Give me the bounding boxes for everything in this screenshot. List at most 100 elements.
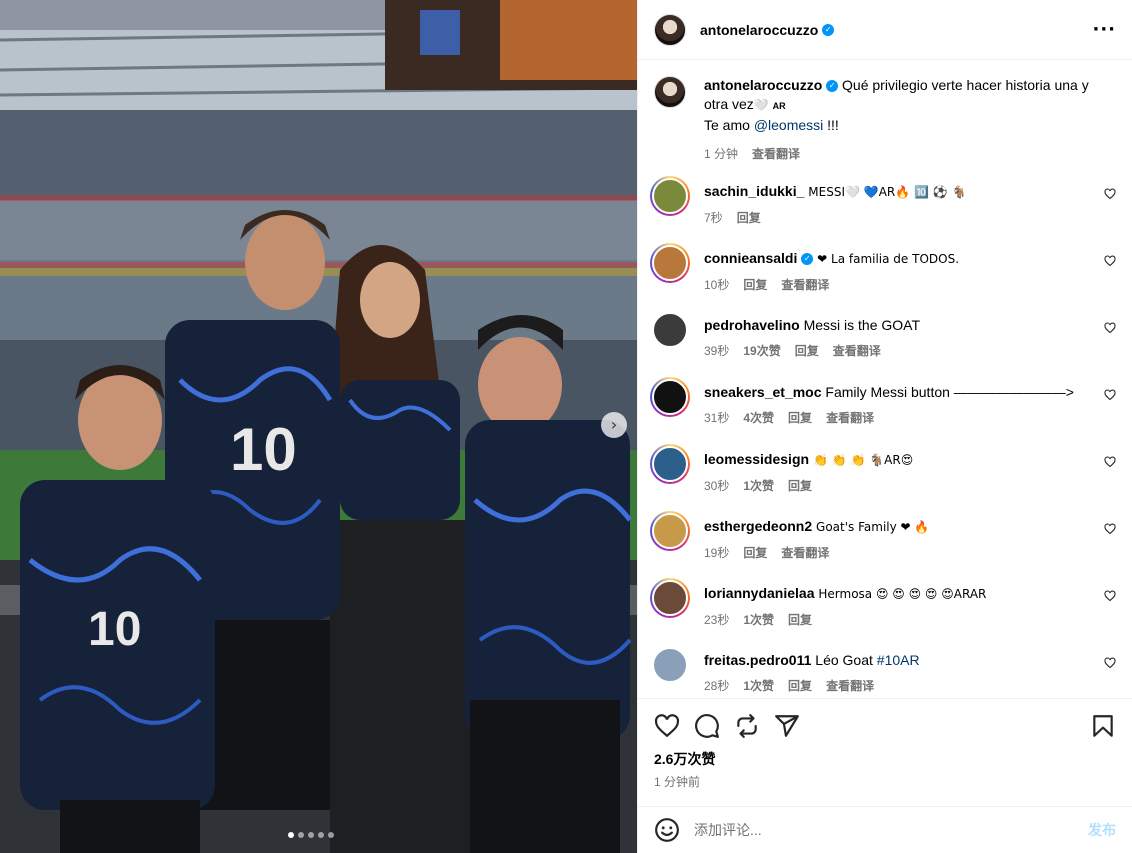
comment-item: sneakers_et_moc Family Messi button ————… (638, 377, 1132, 448)
send-icon[interactable] (774, 713, 800, 739)
white-heart-emoji: 🤍 (753, 98, 769, 112)
commenter-avatar[interactable] (652, 379, 688, 415)
comment-like-count[interactable]: 19次赞 (743, 342, 780, 360)
carousel-dot[interactable] (308, 832, 314, 838)
commenter-avatar[interactable] (652, 513, 688, 549)
comment-item: sachin_idukki_ MESSI🤍 💙AR🔥 🔟 ⚽ 🐐 7秒 回复 (638, 176, 1132, 247)
comment-username[interactable]: freitas.pedro011 (704, 652, 811, 668)
photo-scene: 10 10 (0, 0, 637, 853)
caption-line2-prefix: Te amo (704, 117, 750, 133)
mention-link[interactable]: @leomessi (754, 117, 823, 133)
comment-item: leomessidesign 👏 👏 👏 🐐AR😍 30秒 1次赞 回复 (638, 444, 1132, 515)
caption-username[interactable]: antonelaroccuzzo (704, 77, 822, 93)
reply-button[interactable]: 回复 (743, 544, 767, 562)
comment-item: freitas.pedro011 Léo Goat #10AR 28秒 1次赞 … (638, 647, 1132, 698)
comment-text: Family Messi button ————————> (825, 384, 1074, 400)
post-side-panel: antonelaroccuzzo ✓ ··· antonelaroccuzzo … (637, 0, 1132, 853)
comment-input[interactable] (694, 822, 1088, 838)
svg-text:10: 10 (88, 603, 141, 656)
commenter-avatar[interactable] (652, 178, 688, 214)
comment-like-heart-icon[interactable] (1104, 322, 1116, 334)
commenter-avatar[interactable] (652, 312, 688, 348)
comment-like-heart-icon[interactable] (1104, 523, 1116, 535)
verified-badge-icon: ✓ (826, 80, 839, 93)
carousel-dot[interactable] (328, 832, 334, 838)
author-avatar[interactable] (654, 13, 686, 46)
bookmark-icon[interactable] (1090, 713, 1116, 739)
post-actions: 2.6万次赞 1 分钟前 (638, 698, 1132, 798)
comment-item: pedrohavelino Messi is the GOAT 39秒 19次赞… (638, 312, 1132, 381)
reply-button[interactable]: 回复 (788, 409, 812, 427)
comment-like-heart-icon[interactable] (1104, 456, 1116, 468)
svg-text:10: 10 (230, 416, 297, 483)
reply-button[interactable]: 回复 (743, 276, 767, 294)
heart-icon[interactable] (654, 713, 680, 739)
comment-time: 28秒 (704, 679, 730, 693)
commenter-avatar[interactable] (652, 647, 688, 683)
comment-username[interactable]: leomessidesign (704, 451, 809, 467)
comment-like-heart-icon[interactable] (1104, 657, 1116, 669)
verified-badge-icon: ✓ (801, 253, 814, 266)
carousel-dot[interactable] (298, 832, 304, 838)
see-translation-link[interactable]: 查看翻译 (781, 276, 829, 294)
like-count[interactable]: 2.6万次赞 (654, 749, 1116, 769)
author-username[interactable]: antonelaroccuzzo (700, 22, 818, 38)
comment-text: MESSI🤍 💙AR🔥 🔟 ⚽ 🐐 (808, 185, 967, 199)
reply-button[interactable]: 回复 (788, 611, 812, 629)
commenter-avatar[interactable] (652, 580, 688, 616)
reply-button[interactable]: 回复 (788, 677, 812, 695)
repost-icon[interactable] (734, 713, 760, 739)
comment-like-heart-icon[interactable] (1104, 389, 1116, 401)
comment-icon[interactable] (694, 713, 720, 739)
post-time: 1 分钟前 (654, 775, 701, 789)
publish-button[interactable]: 发布 (1088, 820, 1116, 840)
comment-like-heart-icon[interactable] (1104, 590, 1116, 602)
comment-like-count[interactable]: 1次赞 (743, 677, 774, 695)
reply-button[interactable]: 回复 (788, 477, 812, 495)
emoji-icon[interactable] (654, 817, 680, 843)
comment-text: Messi is the GOAT (803, 317, 921, 333)
reply-button[interactable]: 回复 (737, 209, 761, 227)
post-header: antonelaroccuzzo ✓ ··· (638, 0, 1132, 60)
commenter-avatar[interactable] (652, 245, 688, 281)
see-translation-link[interactable]: 查看翻译 (833, 342, 881, 360)
comment-text: ❤ La familia de TODOS. (817, 252, 960, 266)
comment-time: 39秒 (704, 344, 730, 358)
carousel-dot[interactable] (318, 832, 324, 838)
author-avatar[interactable] (654, 76, 686, 108)
comment-text: Léo Goat (815, 652, 873, 668)
comment-time: 30秒 (704, 479, 730, 493)
see-translation-link[interactable]: 查看翻译 (826, 409, 874, 427)
comment-like-count[interactable]: 1次赞 (743, 611, 774, 629)
reply-button[interactable]: 回复 (795, 342, 819, 360)
comment-time: 19秒 (704, 546, 730, 560)
comment-username[interactable]: connieansaldi (704, 250, 797, 266)
comment-item: connieansaldi ✓ ❤ La familia de TODOS. 1… (638, 243, 1132, 314)
comment-time: 7秒 (704, 211, 723, 225)
hashtag-link[interactable]: #10AR (877, 652, 920, 668)
comment-username[interactable]: pedrohavelino (704, 317, 800, 333)
comment-like-count[interactable]: 1次赞 (743, 477, 774, 495)
see-translation-link[interactable]: 查看翻译 (826, 677, 874, 695)
comment-item: esthergedeonn2 Goat's Family ❤ 🔥 19秒 回复 … (638, 511, 1132, 582)
comment-username[interactable]: loriannydanielaa (704, 585, 814, 601)
carousel-next-button[interactable]: › (601, 412, 627, 438)
comment-item: loriannydanielaa Hermosa 😍 😍 😍 😍 😍ARAR 2… (638, 578, 1132, 649)
comment-username[interactable]: sneakers_et_moc (704, 384, 822, 400)
comment-text: 👏 👏 👏 🐐AR😍 (812, 453, 914, 467)
see-translation-link[interactable]: 查看翻译 (781, 544, 829, 562)
comment-text: Hermosa 😍 😍 😍 😍 😍ARAR (818, 587, 987, 601)
comment-like-heart-icon[interactable] (1104, 255, 1116, 267)
comment-like-count[interactable]: 4次赞 (743, 409, 774, 427)
commenter-avatar[interactable] (652, 446, 688, 482)
post-photo[interactable]: 10 10 › (0, 0, 637, 853)
comment-username[interactable]: esthergedeonn2 (704, 518, 812, 534)
see-translation-link[interactable]: 查看翻译 (752, 145, 800, 164)
comment-like-heart-icon[interactable] (1104, 188, 1116, 200)
chevron-right-icon: › (610, 415, 618, 434)
caption-time: 1 分钟 (704, 147, 739, 161)
comment-username[interactable]: sachin_idukki_ (704, 183, 804, 199)
comments-list[interactable]: antonelaroccuzzo ✓ Qué privilegio verte … (638, 60, 1132, 698)
carousel-dot[interactable] (288, 832, 294, 838)
more-options-icon[interactable]: ··· (1092, 19, 1116, 40)
